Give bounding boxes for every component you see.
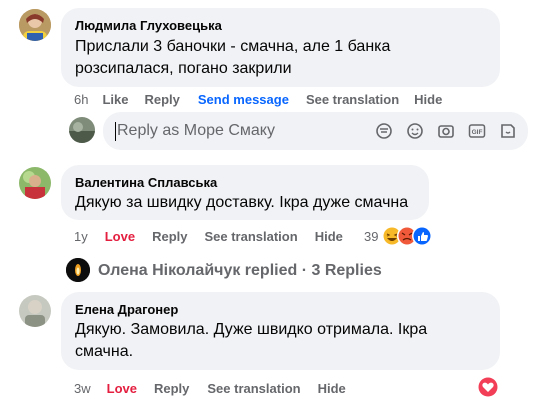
avatar-photo <box>19 167 51 199</box>
text-cursor <box>115 122 116 141</box>
comment-bubble: Валентина Сплавська Дякую за швидку дост… <box>61 165 429 220</box>
avatar[interactable] <box>19 9 51 41</box>
comment-actions: 3w Love Reply See translation Hide <box>74 379 346 397</box>
heart-reaction-icon[interactable] <box>478 377 498 397</box>
reply-tools: GIF <box>375 122 517 140</box>
reply-button[interactable]: Reply <box>144 92 179 107</box>
see-translation-button[interactable]: See translation <box>306 92 399 107</box>
comment-text: Дякую за швидку доставку. Ікра дуже смач… <box>75 194 409 211</box>
comment-bubble: Людмила Глуховецька Прислали 3 баночки -… <box>61 8 500 87</box>
candle-icon <box>66 258 90 282</box>
comment-author[interactable]: Валентина Сплавська <box>75 175 217 190</box>
reply-box[interactable]: Reply as Море Смаку GIF <box>103 112 528 150</box>
comment-time[interactable]: 6h <box>74 92 88 107</box>
love-button[interactable]: Love <box>105 229 135 244</box>
hide-button[interactable]: Hide <box>414 92 442 107</box>
comment-actions: 1y Love Reply See translation Hide <box>74 227 343 245</box>
comment-author[interactable]: Людмила Глуховецька <box>75 18 222 33</box>
avatar[interactable] <box>19 295 51 327</box>
comment-time[interactable]: 3w <box>74 381 91 396</box>
comment-text-line: смачна. <box>75 343 134 360</box>
emoji-icon[interactable] <box>406 122 424 140</box>
reply-button[interactable]: Reply <box>154 381 189 396</box>
avatar-photo <box>19 9 51 41</box>
like-button[interactable]: Like <box>102 92 128 107</box>
reaction-icons <box>382 226 433 246</box>
love-button[interactable]: Love <box>107 381 137 396</box>
svg-text:GIF: GIF <box>472 129 483 136</box>
reaction-count: 39 <box>364 228 379 244</box>
comment-author[interactable]: Елена Драгонер <box>75 302 178 317</box>
comment-actions: 6h Like Reply Send message See translati… <box>74 90 442 108</box>
comment-time[interactable]: 1y <box>74 229 88 244</box>
see-translation-button[interactable]: See translation <box>204 229 297 244</box>
hide-button[interactable]: Hide <box>318 381 346 396</box>
hide-button[interactable]: Hide <box>315 229 343 244</box>
reaction-summary[interactable]: 39 <box>364 226 437 246</box>
sticker-icon[interactable] <box>375 122 393 140</box>
see-translation-button[interactable]: See translation <box>207 381 300 396</box>
avatar[interactable] <box>19 167 51 199</box>
page-avatar <box>69 117 95 143</box>
reply-input[interactable]: Reply as Море Смаку <box>117 122 275 140</box>
comment-bubble: Елена Драгонер Дякую. Замовила. Дуже шви… <box>61 292 500 370</box>
gif-icon[interactable]: GIF <box>468 122 486 140</box>
send-message-button[interactable]: Send message <box>198 92 289 107</box>
sticker-alt-icon[interactable] <box>499 122 517 140</box>
view-replies-link[interactable]: Олена Ніколайчук replied · 3 Replies <box>98 262 382 280</box>
camera-icon[interactable] <box>437 122 455 140</box>
avatar-photo <box>19 295 51 327</box>
comment-text-line: розсипалася, погано закрили <box>75 60 292 77</box>
comment-text-line: Дякую. Замовила. Дуже швидко отримала. І… <box>75 321 428 338</box>
comment-text-line: Прислали 3 баночки - смачна, але 1 банка <box>75 38 391 55</box>
like-icon <box>412 226 433 246</box>
reply-button[interactable]: Reply <box>152 229 187 244</box>
